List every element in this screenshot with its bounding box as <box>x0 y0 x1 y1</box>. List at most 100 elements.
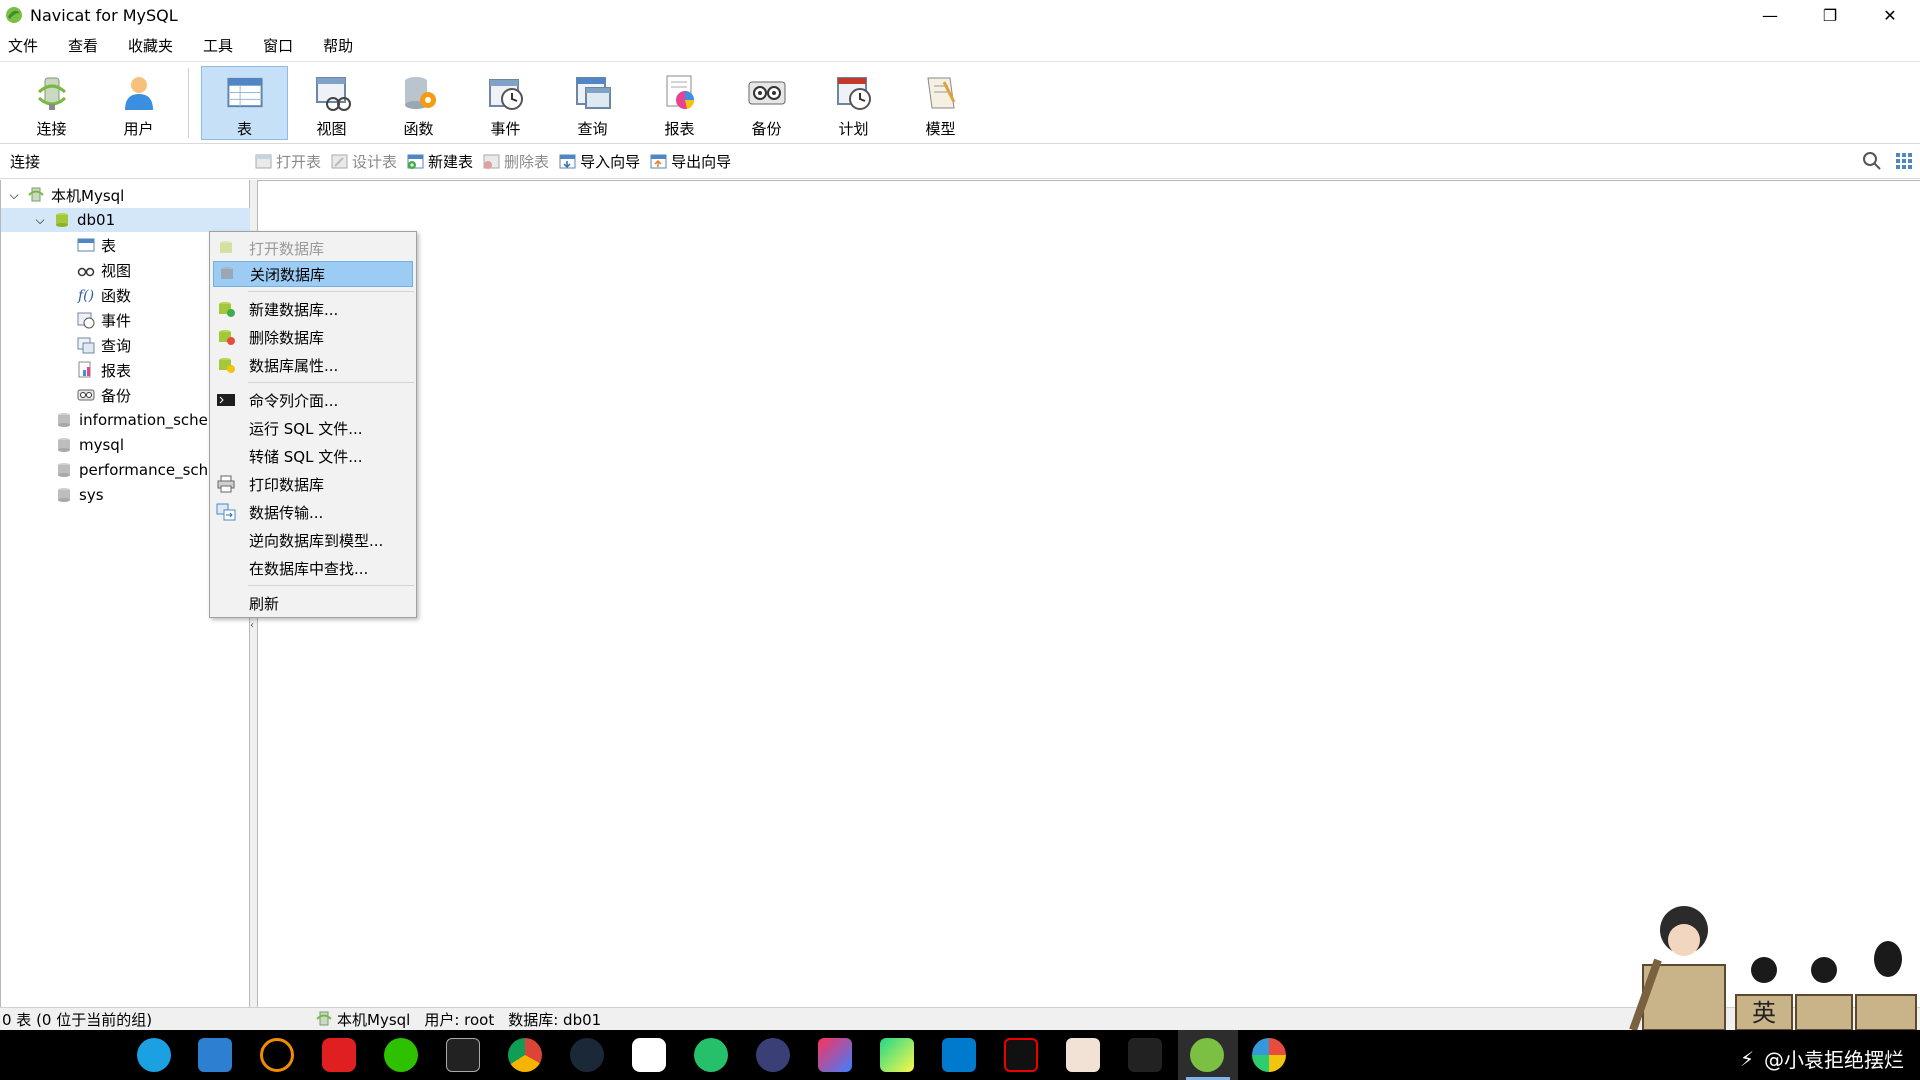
ctx-database-properties-label: 数据库属性... <box>249 356 339 375</box>
minimize-button[interactable]: — <box>1740 0 1800 30</box>
moe-box-icon[interactable] <box>1128 1038 1162 1072</box>
close-button[interactable]: ✕ <box>1860 0 1920 30</box>
epic-games-icon[interactable] <box>446 1038 480 1072</box>
ctx-open-database[interactable]: 打开数据库 <box>213 235 413 261</box>
new-table-button[interactable]: 新建表 <box>407 151 473 172</box>
pycharm-icon[interactable] <box>880 1038 914 1072</box>
toolbar-report-button[interactable]: 报表 <box>636 66 723 140</box>
database-closed-icon <box>58 463 70 477</box>
tree-node-sys[interactable]: sys <box>55 483 104 507</box>
tree-node-views[interactable]: 视图 <box>77 258 131 282</box>
menu-favorites[interactable]: 收藏夹 <box>116 35 185 56</box>
toolbar-table-button[interactable]: 表 <box>201 65 288 140</box>
ctx-find-in-database[interactable]: 在数据库中查找... <box>213 555 413 581</box>
intellij-idea-icon[interactable] <box>818 1038 852 1072</box>
export-wizard-button[interactable]: 导出向导 <box>650 151 731 172</box>
toolbar-backup-button[interactable]: 备份 <box>723 66 810 140</box>
navicat-taskbar-icon[interactable] <box>1190 1038 1224 1072</box>
netease-music-icon[interactable] <box>322 1038 356 1072</box>
wechat-icon[interactable] <box>384 1038 418 1072</box>
ctx-database-properties[interactable]: 数据库属性... <box>213 352 413 378</box>
search-icon[interactable] <box>1862 151 1882 171</box>
tree-backups-label: 备份 <box>101 386 132 405</box>
tree-node-mysql[interactable]: mysql <box>55 433 124 457</box>
run-sql-spacer <box>216 419 236 437</box>
menu-tools[interactable]: 工具 <box>191 35 245 56</box>
ctx-new-database[interactable]: 新建数据库... <box>213 296 413 322</box>
green-leaf-app-icon[interactable] <box>694 1038 728 1072</box>
menu-help[interactable]: 帮助 <box>311 35 365 56</box>
chrome-icon[interactable] <box>508 1038 542 1072</box>
import-wizard-button[interactable]: 导入向导 <box>559 151 640 172</box>
computer-icon[interactable] <box>198 1038 232 1072</box>
splitter-grip-icon[interactable]: ‹ <box>250 620 257 636</box>
object-list-area[interactable] <box>258 180 1920 1007</box>
anime-app-icon[interactable] <box>1066 1038 1100 1072</box>
ctx-print-database[interactable]: 打印数据库 <box>213 471 413 497</box>
tree-node-information-schema[interactable]: information_schema <box>55 408 232 432</box>
tree-node-tables[interactable]: 表 <box>77 233 116 257</box>
search-app-icon[interactable] <box>260 1038 294 1072</box>
toolbar-query-label: 查询 <box>577 119 608 138</box>
eclipse-icon[interactable] <box>756 1038 790 1072</box>
chevron-down-icon[interactable]: ⌵ <box>7 188 21 203</box>
watermark-text: @小袁拒绝摆烂 <box>1764 1048 1904 1072</box>
delete-database-icon <box>219 330 235 345</box>
lightning-app-icon[interactable] <box>632 1038 666 1072</box>
chevron-down-icon[interactable]: ⌵ <box>33 213 47 228</box>
reverse-model-spacer <box>216 531 236 549</box>
ctx-delete-database[interactable]: 删除数据库 <box>213 324 413 350</box>
ctx-run-sql-file[interactable]: 运行 SQL 文件... <box>213 415 413 441</box>
tree-connection-label: 本机Mysql <box>51 186 125 205</box>
mascot-sticker-image: 英 <box>1629 906 1917 1030</box>
menu-separator <box>248 291 414 292</box>
report-icon <box>78 361 91 378</box>
ctx-dump-sql-file[interactable]: 转储 SQL 文件... <box>213 443 413 469</box>
power-icon[interactable]: ⚡ <box>1740 1047 1754 1071</box>
restore-button[interactable]: ❐ <box>1800 0 1860 30</box>
tree-node-queries[interactable]: 查询 <box>77 333 131 357</box>
ctx-reverse-to-model[interactable]: 逆向数据库到模型... <box>213 527 413 553</box>
open-table-label: 打开表 <box>276 153 322 171</box>
toolbar-query-button[interactable]: 查询 <box>549 66 636 140</box>
ctx-refresh[interactable]: 刷新 <box>213 590 413 616</box>
photo-app-icon[interactable] <box>1252 1038 1286 1072</box>
menu-file[interactable]: 文件 <box>0 35 50 56</box>
menu-window[interactable]: 窗口 <box>251 35 305 56</box>
ctx-command-line[interactable]: 命令列介面... <box>213 387 413 413</box>
toolbar-schedule-button[interactable]: 计划 <box>810 66 897 140</box>
steam-icon[interactable] <box>570 1038 604 1072</box>
object-toolbar: 连接 打开表 设计表 新建表 删除表 导入向导 导出向导 <box>0 145 1920 179</box>
tree-functions-label: 函数 <box>101 286 132 305</box>
open-table-button[interactable]: 打开表 <box>255 151 321 172</box>
delete-table-button[interactable]: 删除表 <box>483 151 549 172</box>
tree-node-events[interactable]: 事件 <box>77 308 131 332</box>
tree-node-reports[interactable]: 报表 <box>77 358 131 382</box>
edge-icon[interactable] <box>137 1038 171 1072</box>
toolbar-connection-button[interactable]: 连接 <box>8 66 95 140</box>
qq-icon[interactable] <box>1004 1038 1038 1072</box>
design-table-button[interactable]: 设计表 <box>331 151 397 172</box>
schedule-icon <box>836 76 871 110</box>
tree-node-backups[interactable]: 备份 <box>77 383 131 407</box>
tree-node-db01[interactable]: ⌵ db01 <box>1 208 250 232</box>
navicat-taskbar-active[interactable] <box>1178 1030 1238 1080</box>
toolbar-function-button[interactable]: 函数 <box>375 66 462 140</box>
ctx-data-transfer[interactable]: 数据传输... <box>213 499 413 525</box>
toolbar-model-label: 模型 <box>925 119 956 138</box>
grid-view-icon[interactable] <box>1894 151 1914 171</box>
toolbar-view-button[interactable]: 视图 <box>288 66 375 140</box>
menu-view[interactable]: 查看 <box>56 35 110 56</box>
tree-node-connection[interactable]: ⌵ 本机Mysql <box>7 183 124 207</box>
ctx-close-database[interactable]: 关闭数据库 <box>213 261 413 287</box>
toolbar-model-button[interactable]: 模型 <box>897 66 984 140</box>
backup-icon <box>77 389 95 401</box>
tree-tables-label: 表 <box>101 236 117 255</box>
toolbar-user-button[interactable]: 用户 <box>95 66 182 140</box>
toolbar-event-button[interactable]: 事件 <box>462 66 549 140</box>
vscode-icon[interactable] <box>942 1038 976 1072</box>
toolbar-backup-label: 备份 <box>751 119 782 138</box>
database-closed-icon <box>221 267 233 279</box>
new-database-icon <box>219 302 235 317</box>
tree-node-functions[interactable]: f() 函数 <box>77 283 131 307</box>
